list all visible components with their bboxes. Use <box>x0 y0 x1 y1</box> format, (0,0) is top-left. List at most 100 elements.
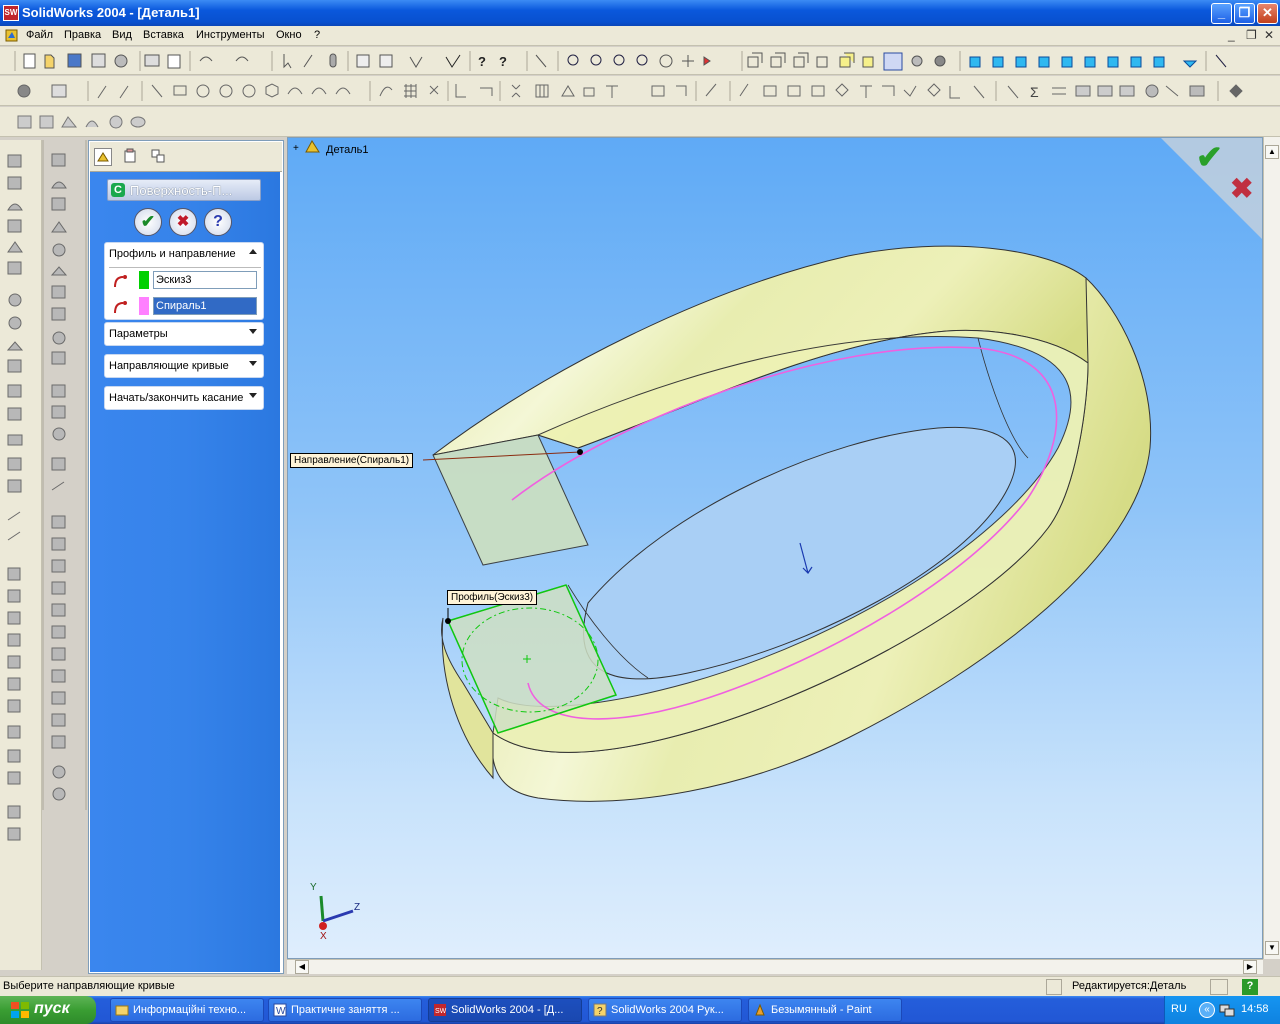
features-toolbar <box>0 107 1280 137</box>
group-options[interactable]: Параметры <box>104 322 264 346</box>
scroll-down-arrow-icon[interactable]: ▼ <box>1265 941 1279 955</box>
property-icon <box>124 148 136 163</box>
app-icon[interactable]: SW <box>3 5 19 21</box>
word-icon: W <box>273 1003 287 1017</box>
left-vertical-toolbar <box>0 140 87 970</box>
standard-toolbar-icons[interactable]: ? ? <box>0 47 1280 75</box>
sketch-toolbar-icons[interactable]: Σ <box>0 76 1280 106</box>
scroll-up-arrow-icon[interactable]: ▲ <box>1265 145 1279 159</box>
task-label: SolidWorks 2004 - [Д... <box>451 1004 564 1016</box>
path-selection-box[interactable]: Спираль1 <box>153 297 257 315</box>
tab-feature-manager[interactable] <box>94 148 112 166</box>
tab-property-manager[interactable] <box>122 148 140 166</box>
menu-bar: Файл Правка Вид Вставка Инструменты Окно… <box>0 26 1280 46</box>
feature-title: Поверхность-П... <box>130 183 233 198</box>
sketch-toolbar: Σ <box>0 76 1280 106</box>
horizontal-scrollbar[interactable]: ◀ ▶ <box>287 959 1263 974</box>
task-solidworks[interactable]: SW SolidWorks 2004 - [Д... <box>428 998 582 1022</box>
edit-mode-status: Редактируется:Деталь <box>1072 980 1187 992</box>
feature-title-bar: C Поверхность-П... <box>107 179 261 201</box>
scroll-right-arrow-icon[interactable]: ▶ <box>1243 960 1257 974</box>
svg-text:?: ? <box>499 54 507 69</box>
title-bar: SW SolidWorks 2004 - [Деталь1] _ ❐ ✕ <box>0 0 1280 26</box>
group-tangency[interactable]: Начать/закончить касание <box>104 386 264 410</box>
scroll-left-arrow-icon[interactable]: ◀ <box>295 960 309 974</box>
taskbar: пуск Информаційні техно... W Практичне з… <box>0 996 1280 1024</box>
axis-x-label: X <box>320 931 327 942</box>
profile-selection-box[interactable]: Эскиз3 <box>153 271 257 289</box>
axis-triad <box>319 895 354 930</box>
start-button[interactable]: пуск <box>0 996 96 1024</box>
cancel-button[interactable]: ✖ <box>169 208 197 236</box>
group-profile-path: Профиль и направление Эскиз3 Спираль1 <box>104 242 264 320</box>
menu-edit[interactable]: Правка <box>64 29 101 41</box>
mdi-restore-button[interactable]: ❐ <box>1246 28 1257 42</box>
help-book-icon: ? <box>593 1003 607 1017</box>
doc-icon[interactable] <box>4 28 19 43</box>
task-label: Безымянный - Paint <box>771 1004 872 1016</box>
profile-color-swatch <box>139 271 149 289</box>
menu-help[interactable]: ? <box>314 29 320 41</box>
svg-text:W: W <box>276 1006 286 1017</box>
clock[interactable]: 14:58 <box>1241 1003 1269 1015</box>
menu-insert[interactable]: Вставка <box>143 29 184 41</box>
group-tangency-title[interactable]: Начать/закончить касание <box>109 392 243 404</box>
mdi-minimize-button[interactable]: _ <box>1228 28 1235 42</box>
tab-configuration-manager[interactable] <box>150 148 168 166</box>
solidworks-icon: SW <box>434 1004 447 1016</box>
maximize-button[interactable]: ❐ <box>1234 3 1255 24</box>
ok-button[interactable]: ✔ <box>134 208 162 236</box>
path-color-swatch <box>139 297 149 315</box>
task-folder[interactable]: Информаційні техно... <box>110 998 264 1022</box>
left-toolbar-icons[interactable] <box>0 140 88 970</box>
group-guide-curves[interactable]: Направляющие кривые <box>104 354 264 378</box>
expand-arrow-icon[interactable] <box>249 329 257 334</box>
graphics-area[interactable]: + Деталь1 ✔ ✖ Y Z X Направление(Спираль1… <box>287 137 1263 959</box>
features-toolbar-icons[interactable] <box>0 107 300 137</box>
task-label: Информаційні техно... <box>133 1004 247 1016</box>
group-options-title[interactable]: Параметры <box>109 328 168 340</box>
menu-file[interactable]: Файл <box>26 29 53 41</box>
help-button[interactable]: ? <box>204 208 232 236</box>
status-help-icon[interactable]: ? <box>1242 979 1258 995</box>
windows-logo-icon <box>11 1002 29 1018</box>
expand-arrow-icon[interactable] <box>249 393 257 398</box>
svg-text:Σ: Σ <box>1030 84 1039 100</box>
sweep-surface-icon: C <box>111 183 125 197</box>
collapse-arrow-icon[interactable] <box>249 249 257 254</box>
sweep-surface-model[interactable] <box>288 138 1263 959</box>
callout-profile[interactable]: Профиль(Эскиз3) <box>447 590 538 605</box>
window-title: SolidWorks 2004 - [Деталь1] <box>22 5 200 20</box>
menu-tools[interactable]: Инструменты <box>196 29 265 41</box>
configuration-icon <box>151 149 165 163</box>
status-bar: Выберите направляющие кривые Редактирует… <box>0 976 1280 996</box>
property-manager-body: C Поверхность-П... ✔ ✖ ? Профиль и напра… <box>90 172 280 972</box>
svg-text:?: ? <box>478 54 486 69</box>
mdi-close-button[interactable]: ✕ <box>1264 28 1274 42</box>
task-label: Практичне заняття ... <box>291 1004 400 1016</box>
svg-text:SW: SW <box>435 1008 447 1015</box>
expand-arrow-icon[interactable] <box>249 361 257 366</box>
vertical-scrollbar[interactable]: ▲ ▼ <box>1263 137 1280 959</box>
profile-selection-icon <box>114 275 127 288</box>
axis-y-label: Y <box>310 882 317 893</box>
folder-icon <box>115 1005 129 1016</box>
language-indicator[interactable]: RU <box>1171 1003 1187 1015</box>
task-help[interactable]: ? SolidWorks 2004 Рук... <box>588 998 742 1022</box>
manager-tabs <box>90 142 282 172</box>
close-button[interactable]: ✕ <box>1257 3 1278 24</box>
property-manager: C Поверхность-П... ✔ ✖ ? Профиль и напра… <box>88 140 284 974</box>
system-tray: RU « 14:58 <box>1164 996 1280 1024</box>
task-word[interactable]: W Практичне заняття ... <box>268 998 422 1022</box>
tray-expand-icon[interactable]: « <box>1199 1002 1215 1018</box>
menu-view[interactable]: Вид <box>112 29 132 41</box>
menu-window[interactable]: Окно <box>276 29 302 41</box>
minimize-button[interactable]: _ <box>1211 3 1232 24</box>
status-message: Выберите направляющие кривые <box>3 980 175 992</box>
network-icon[interactable] <box>1219 1002 1235 1018</box>
task-paint[interactable]: Безымянный - Paint <box>748 998 902 1022</box>
svg-text:?: ? <box>597 1006 603 1017</box>
group-guide-curves-title[interactable]: Направляющие кривые <box>109 360 229 372</box>
callout-path[interactable]: Направление(Спираль1) <box>290 453 414 468</box>
group-profile-path-title[interactable]: Профиль и направление <box>109 248 236 260</box>
